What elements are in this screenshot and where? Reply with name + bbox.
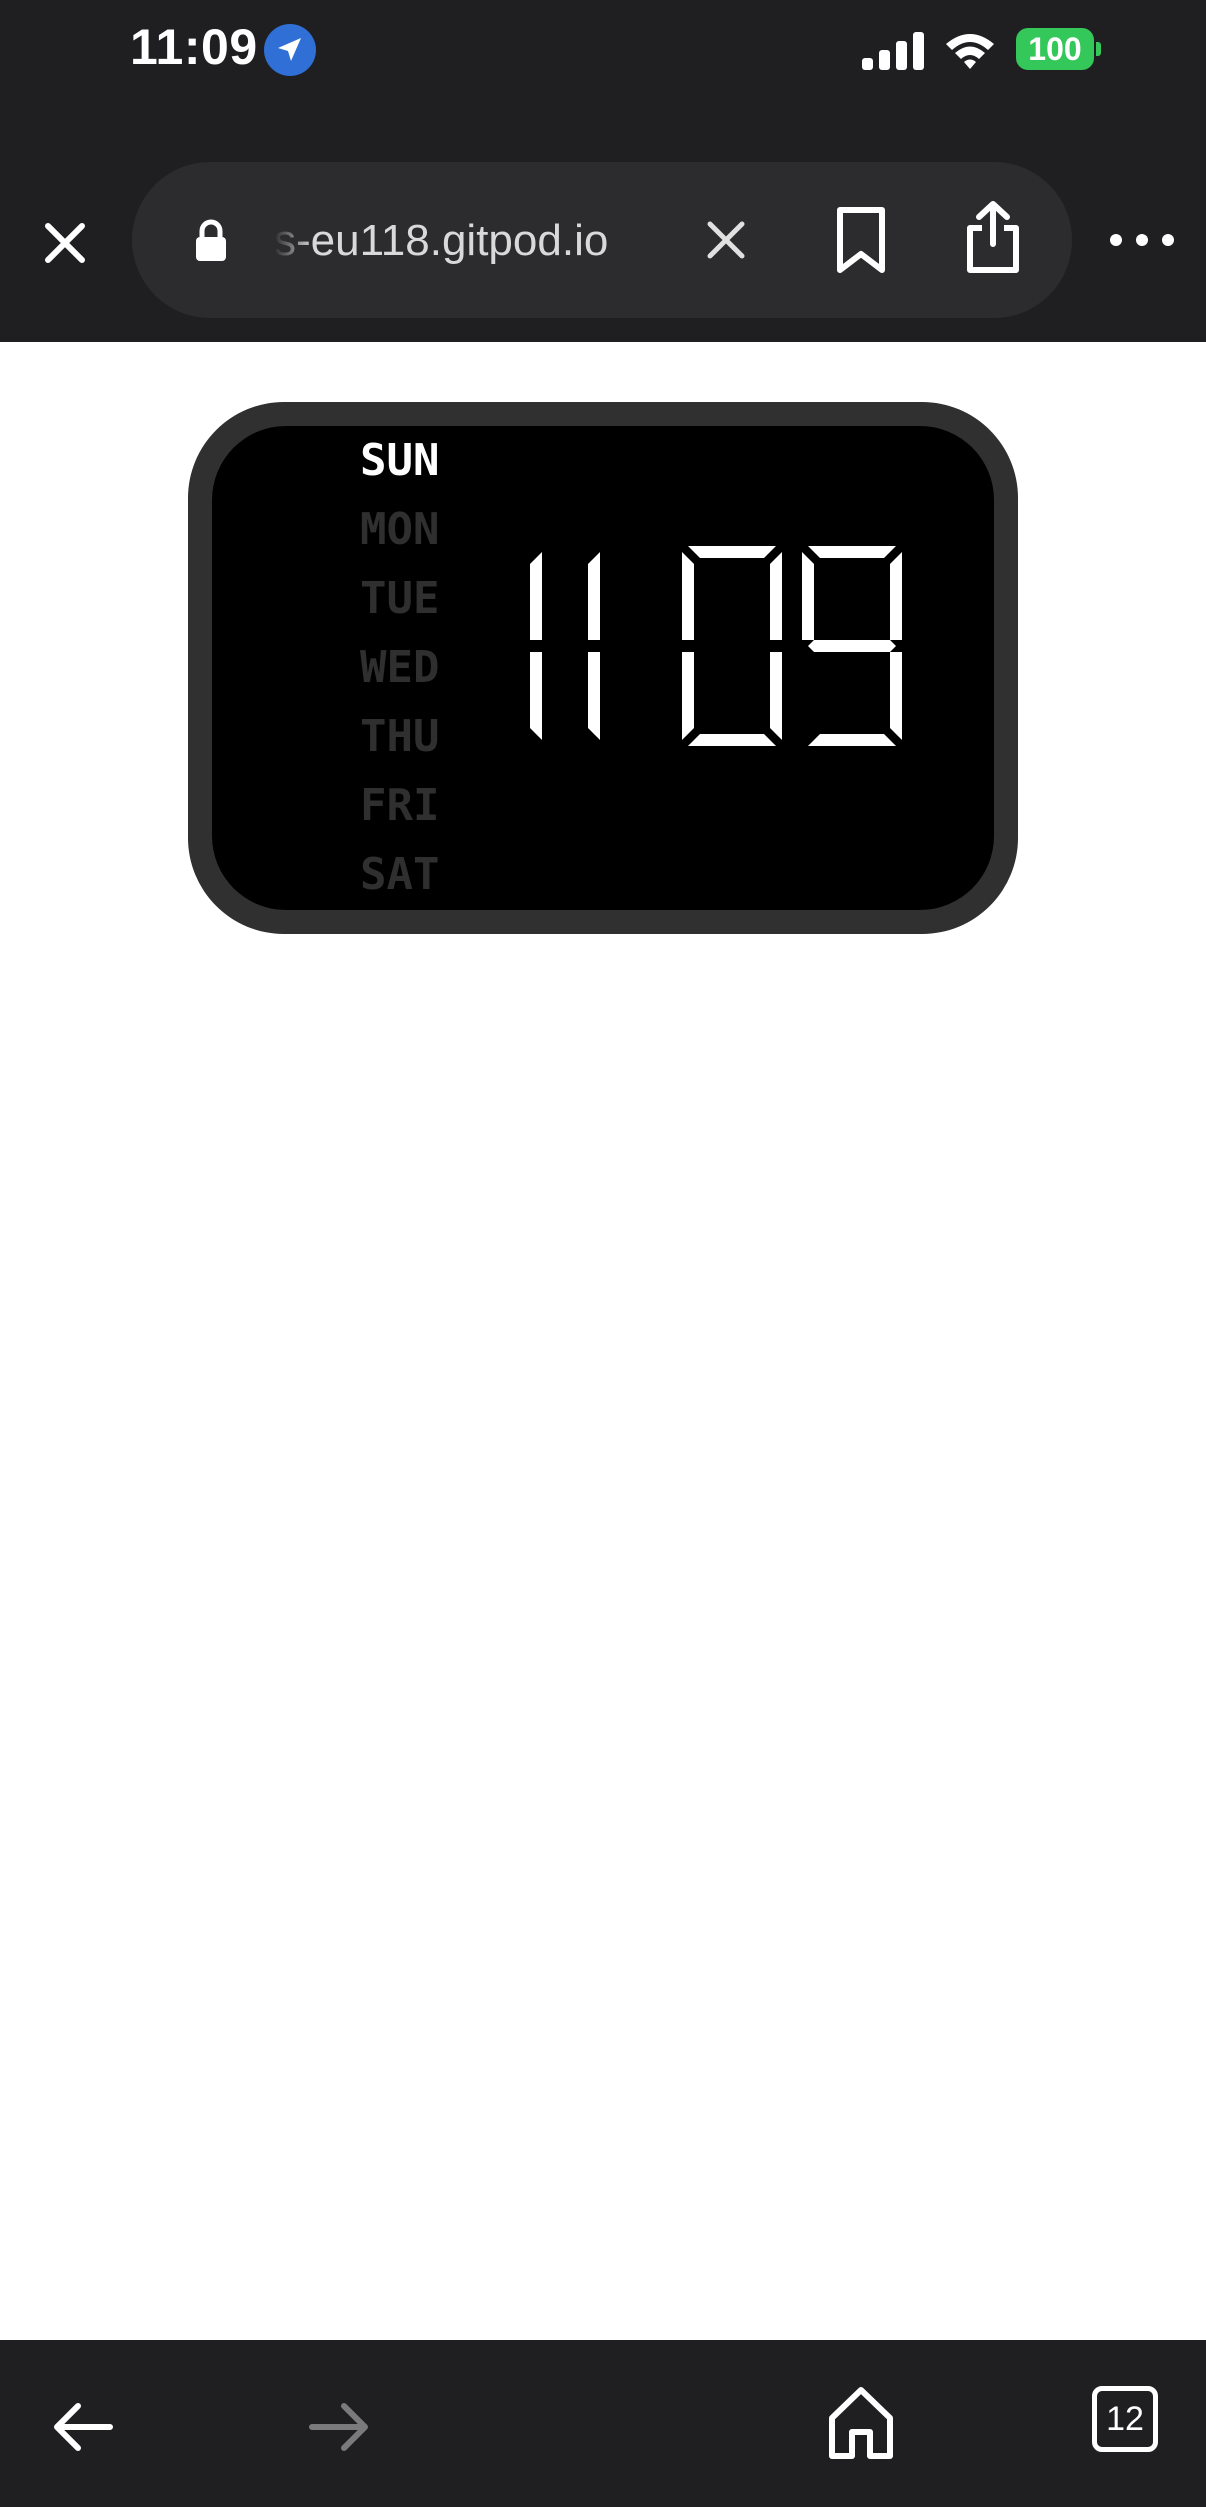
hour-ones-digit-segment-b	[588, 552, 600, 640]
day-sun: SUN	[360, 435, 440, 486]
minute-tens-digit-segment-c	[770, 652, 782, 740]
minute-ones-digit	[802, 546, 902, 746]
close-icon[interactable]	[34, 212, 96, 274]
hour-tens-digit-segment-b	[530, 552, 542, 640]
day-fri: FRI	[360, 780, 440, 831]
status-time: 11:09	[130, 19, 258, 75]
back-arrow-icon[interactable]	[48, 2398, 118, 2456]
clock-widget: SUN MON TUE WED THU FRI SAT	[188, 402, 1018, 934]
day-tue: TUE	[360, 573, 440, 624]
day-sat: SAT	[360, 849, 440, 900]
status-bar: 11:09 100	[0, 0, 1206, 130]
browser-toolbar: s-eu118.gitpod.io	[0, 130, 1206, 342]
home-icon[interactable]	[826, 2384, 896, 2460]
hour-tens-digit-segment-c	[530, 652, 542, 740]
lock-icon	[196, 219, 226, 261]
address-bar[interactable]: s-eu118.gitpod.io	[132, 162, 1072, 318]
battery-percent: 100	[1028, 31, 1082, 67]
location-arrow-icon	[264, 24, 316, 76]
minute-ones-digit-segment-a	[808, 546, 896, 558]
minute-ones-digit-segment-c	[890, 652, 902, 740]
bottom-toolbar: 12	[0, 2340, 1206, 2507]
minute-ones-digit-segment-g	[808, 640, 896, 652]
minute-tens-digit-segment-e	[682, 652, 694, 740]
clear-icon[interactable]	[698, 212, 754, 268]
day-of-week-list: SUN MON TUE WED THU FRI SAT	[360, 426, 490, 909]
minute-tens-digit-segment-a	[688, 546, 776, 558]
minute-tens-digit-segment-d	[688, 734, 776, 746]
forward-arrow-icon[interactable]	[304, 2398, 374, 2456]
cellular-signal-icon	[862, 32, 924, 70]
day-mon: MON	[360, 504, 440, 555]
hour-ones-digit	[588, 552, 600, 740]
battery-icon: 100	[1016, 28, 1094, 70]
bookmark-icon[interactable]	[828, 204, 894, 276]
minute-tens-digit-segment-f	[682, 552, 694, 640]
minute-tens-digit-segment-b	[770, 552, 782, 640]
clock-time-display	[530, 546, 902, 746]
wifi-icon	[946, 34, 994, 69]
hour-tens-digit	[530, 552, 542, 740]
minute-tens-digit	[682, 546, 782, 746]
more-icon[interactable]	[1106, 212, 1178, 268]
day-thu: THU	[360, 711, 440, 762]
minute-ones-digit-segment-b	[890, 552, 902, 640]
tabs-icon[interactable]: 12	[1092, 2386, 1158, 2452]
minute-ones-digit-segment-f	[802, 552, 814, 640]
clock-screen: SUN MON TUE WED THU FRI SAT	[212, 426, 994, 910]
hour-ones-digit-segment-c	[588, 652, 600, 740]
tab-count: 12	[1106, 2400, 1144, 2438]
share-icon[interactable]	[960, 198, 1026, 276]
battery-tip	[1096, 42, 1101, 56]
day-wed: WED	[360, 642, 440, 693]
minute-ones-digit-segment-d	[808, 734, 896, 746]
